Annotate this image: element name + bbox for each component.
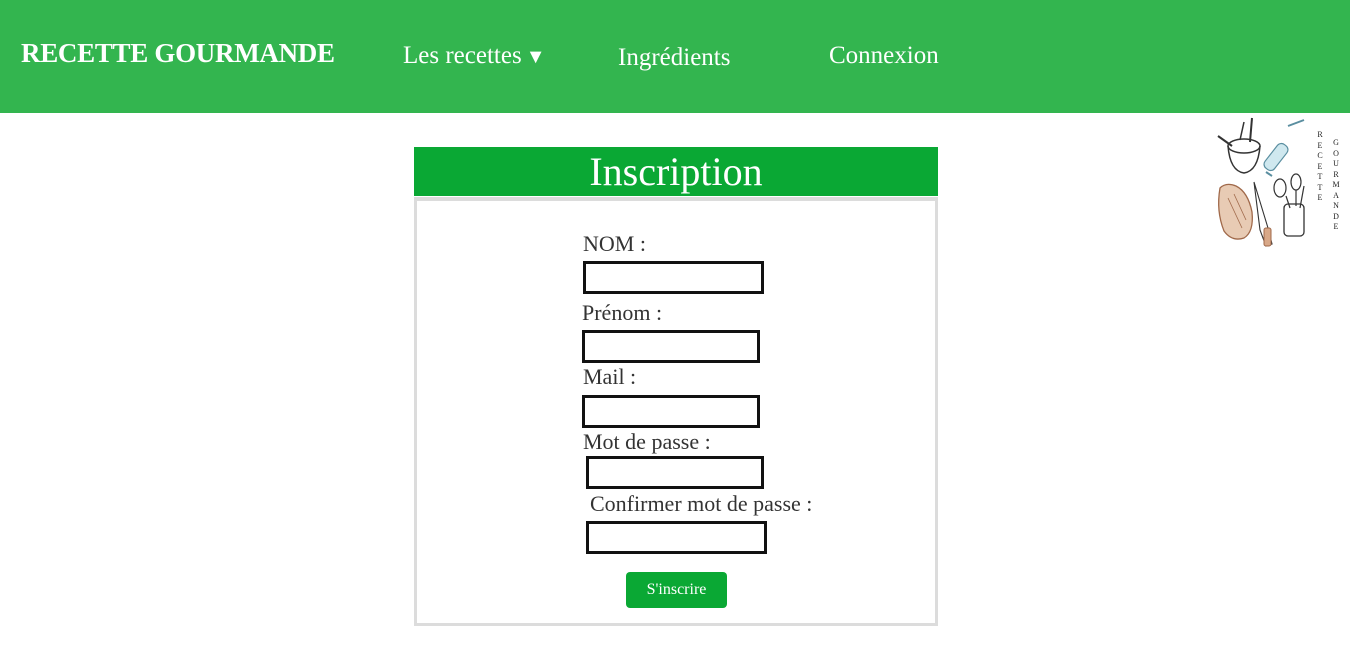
navbar: RECETTE GOURMANDE Les recettes ▼ Ingrédie…: [0, 0, 1350, 113]
nav-item-connexion[interactable]: Connexion: [829, 42, 939, 70]
site-logo: RECETTE GOURMANDE: [1214, 116, 1344, 250]
kitchen-utensils-icon: [1217, 117, 1305, 247]
nav-item-recettes[interactable]: Les recettes ▼: [403, 42, 545, 70]
caret-down-icon: ▼: [525, 46, 546, 68]
signup-button[interactable]: S'inscrire: [626, 572, 727, 608]
prenom-input[interactable]: [582, 330, 760, 363]
label-nom: NOM :: [583, 231, 646, 256]
nom-input[interactable]: [583, 261, 764, 294]
form-title: Inscription: [414, 147, 938, 196]
password-input[interactable]: [586, 456, 764, 489]
logo-word-recette: RECETTE: [1317, 130, 1323, 202]
label-mot-de-passe: Mot de passe :: [583, 429, 711, 454]
nav-item-recettes-label: Les recettes: [403, 42, 522, 69]
label-mail: Mail :: [583, 364, 637, 389]
logo-word-gourmande: GOURMANDE: [1332, 138, 1340, 231]
label-prenom: Prénom :: [582, 300, 663, 325]
confirm-password-input[interactable]: [586, 521, 767, 554]
mail-input[interactable]: [582, 395, 760, 428]
site-brand[interactable]: RECETTE GOURMANDE: [21, 38, 335, 69]
label-confirmer-mot-de-passe: Confirmer mot de passe :: [590, 491, 813, 516]
nav-item-ingredients[interactable]: Ingrédients: [618, 44, 730, 72]
